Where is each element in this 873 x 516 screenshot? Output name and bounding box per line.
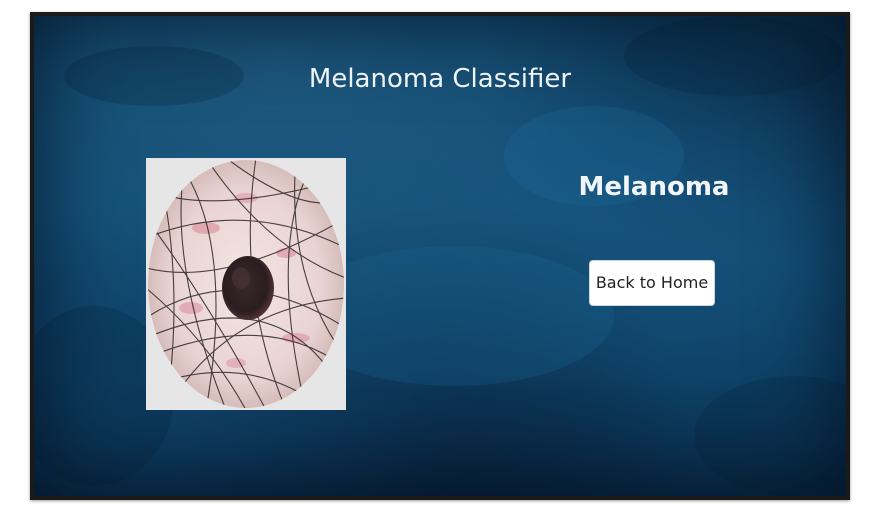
page-background: Melanoma Classifier Melanoma Back to Hom… — [34, 16, 846, 496]
back-to-home-button[interactable]: Back to Home — [589, 260, 715, 306]
classification-result: Melanoma — [578, 172, 730, 202]
lesion-image — [146, 158, 346, 410]
app-window: Melanoma Classifier Melanoma Back to Hom… — [30, 12, 850, 500]
page-title: Melanoma Classifier — [308, 64, 572, 94]
